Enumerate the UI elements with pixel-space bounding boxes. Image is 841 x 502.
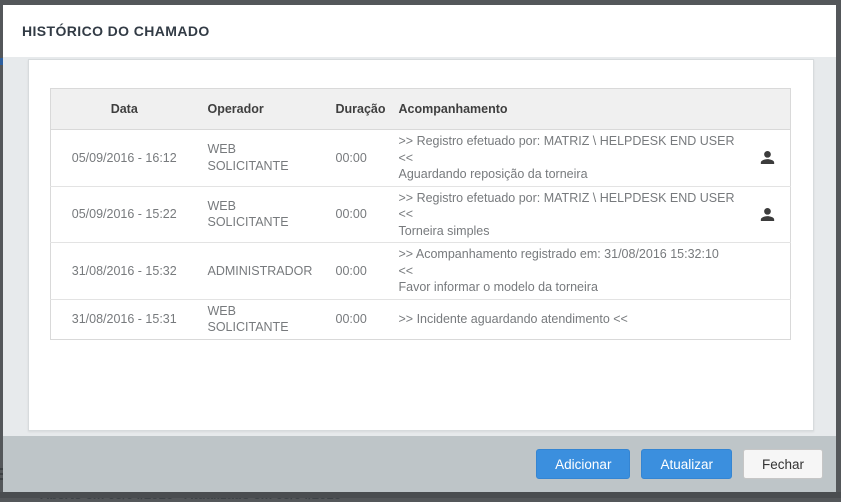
cell-data: 05/09/2016 - 15:22 [51,186,198,243]
acompanhamento-line2: Torneira simples [399,223,736,240]
cell-operador: WEB SOLICITANTE [198,299,326,339]
acompanhamento-line2: Aguardando reposição da torneira [399,166,736,183]
table-row: 31/08/2016 - 15:32 ADMINISTRADOR 00:00 >… [51,243,791,300]
page-bottom-edge [0,492,841,498]
cell-acompanhamento: >> Incidente aguardando atendimento << [389,299,746,339]
cell-data: 31/08/2016 - 15:32 [51,243,198,300]
cell-duracao: 00:00 [326,299,389,339]
cell-acompanhamento: >> Acompanhamento registrado em: 31/08/2… [389,243,746,300]
modal-title: HISTÓRICO DO CHAMADO [22,23,210,39]
cell-duracao: 00:00 [326,243,389,300]
cell-operador: ADMINISTRADOR [198,243,326,300]
column-header-acompanhamento: Acompanhamento [389,89,746,130]
cell-data: 31/08/2016 - 15:31 [51,299,198,339]
acompanhamento-line1: >> Incidente aguardando atendimento << [399,311,736,328]
cell-acompanhamento: >> Registro efetuado por: MATRIZ \ HELPD… [389,186,746,243]
acompanhamento-line1: >> Registro efetuado por: MATRIZ \ HELPD… [399,190,736,223]
table-row: 31/08/2016 - 15:31 WEB SOLICITANTE 00:00… [51,299,791,339]
user-icon [756,206,781,223]
cell-acompanhamento: >> Registro efetuado por: MATRIZ \ HELPD… [389,130,746,187]
table-header-row: Data Operador Duração Acompanhamento [51,89,791,130]
adicionar-button[interactable]: Adicionar [536,449,630,479]
acompanhamento-line1: >> Registro efetuado por: MATRIZ \ HELPD… [399,133,736,166]
cell-operador: WEB SOLICITANTE [198,186,326,243]
cell-operador: WEB SOLICITANTE [198,130,326,187]
history-table: Data Operador Duração Acompanhamento 05/… [50,88,791,340]
fechar-button[interactable]: Fechar [743,449,823,479]
cell-icon [746,186,791,243]
cell-duracao: 00:00 [326,186,389,243]
column-header-duracao: Duração [326,89,389,130]
cell-icon [746,299,791,339]
table-row: 05/09/2016 - 16:12 WEB SOLICITANTE 00:00… [51,130,791,187]
cell-icon [746,243,791,300]
acompanhamento-line2: Favor informar o modelo da torneira [399,279,736,296]
cell-duracao: 00:00 [326,130,389,187]
column-header-data: Data [51,89,198,130]
acompanhamento-line1: >> Acompanhamento registrado em: 31/08/2… [399,246,736,279]
modal-titlebar: HISTÓRICO DO CHAMADO [3,5,836,57]
cell-data: 05/09/2016 - 16:12 [51,130,198,187]
modal-body: Data Operador Duração Acompanhamento 05/… [3,57,836,436]
content-panel: Data Operador Duração Acompanhamento 05/… [28,59,814,431]
atualizar-button[interactable]: Atualizar [641,449,732,479]
table-body: 05/09/2016 - 16:12 WEB SOLICITANTE 00:00… [51,130,791,340]
column-header-operador: Operador [198,89,326,130]
user-icon [756,149,781,166]
cell-icon [746,130,791,187]
column-header-icon [746,89,791,130]
table-row: 05/09/2016 - 15:22 WEB SOLICITANTE 00:00… [51,186,791,243]
modal-footer: Adicionar Atualizar Fechar [3,436,836,492]
